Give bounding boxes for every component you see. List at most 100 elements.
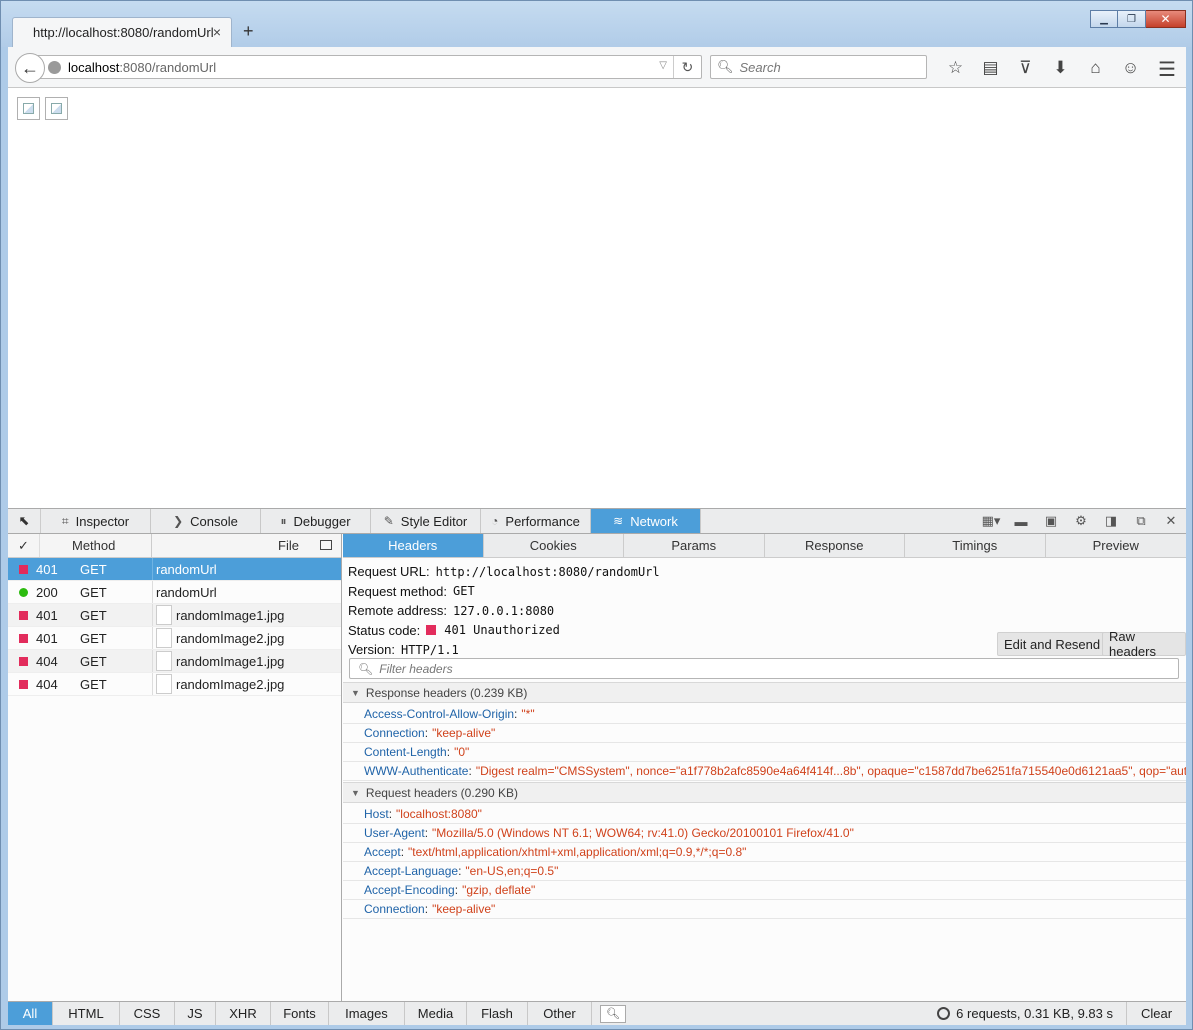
tab-preview[interactable]: Preview (1046, 534, 1187, 557)
bookmarks-list-icon[interactable]: ▤ (973, 57, 1008, 79)
tab-close-icon[interactable]: × (213, 24, 221, 40)
header-name: Access-Control-Allow-Origin (364, 707, 515, 721)
remote-address-line: Remote address: 127.0.0.1:8080 (348, 601, 1181, 621)
back-button[interactable]: ← (15, 53, 45, 83)
downloads-icon[interactable]: ⬇ (1043, 57, 1078, 79)
filter-all-button[interactable]: All (8, 1002, 53, 1025)
tab-cookies[interactable]: Cookies (484, 534, 624, 557)
table-row[interactable]: 404 GET randomImage2.jpg (8, 673, 341, 696)
bookmark-star-icon[interactable]: ☆ (938, 57, 973, 79)
dock-side-icon[interactable]: ◨ (1096, 513, 1126, 529)
header-value: "0" (454, 745, 470, 759)
header-value: "localhost:8080" (396, 807, 482, 821)
header-row: WWW-Authenticate: "Digest realm="CMSSyste… (343, 762, 1186, 781)
header-colon: : (424, 726, 429, 740)
settings-gear-icon[interactable]: ⚙ (1066, 513, 1096, 529)
reload-icon[interactable]: ↻ (673, 56, 701, 78)
tab-response[interactable]: Response (765, 534, 905, 557)
maximize-button[interactable]: ❐ (1118, 10, 1146, 28)
status-column-header[interactable]: ✓ (8, 534, 40, 557)
url-host: localhost (68, 59, 120, 75)
history-dropdown-icon[interactable]: ▽ (659, 60, 667, 71)
network-icon: ≋ (613, 514, 624, 528)
browser-tab[interactable]: http://localhost:8080/randomUrl × (12, 17, 232, 47)
status-ok-icon (19, 587, 28, 597)
filter-fonts-button[interactable]: Fonts (271, 1002, 329, 1025)
table-row[interactable]: 401 GET randomUrl (8, 558, 341, 581)
table-row[interactable]: 200 GET randomUrl (8, 581, 341, 604)
header-colon: : (400, 845, 405, 859)
header-name: User-Agent (364, 826, 425, 840)
page-content (8, 88, 1186, 508)
file-column-header[interactable]: File (152, 534, 341, 557)
file-name: randomImage1.jpg (176, 653, 285, 669)
filter-html-button[interactable]: HTML (53, 1002, 120, 1025)
close-devtools-icon[interactable]: ✕ (1156, 513, 1186, 529)
home-icon[interactable]: ⌂ (1078, 57, 1113, 79)
devtools-toolbar-buttons: ▦▾ ▬ ▣ ⚙ ◨ ⧉ ✕ (976, 509, 1186, 533)
request-method: GET (80, 584, 107, 600)
filter-js-button[interactable]: JS (175, 1002, 216, 1025)
header-value: "Mozilla/5.0 (Windows NT 6.1; WOW64; rv:… (432, 826, 854, 840)
raw-headers-button[interactable]: Raw headers (1102, 629, 1186, 659)
element-picker-icon[interactable]: ⬉ (8, 509, 41, 533)
header-colon: : (468, 764, 472, 778)
table-row[interactable]: 401 GET randomImage1.jpg (8, 604, 341, 627)
toggle-sidebar-icon[interactable] (320, 540, 332, 550)
header-section-toggle[interactable]: ▼ Request headers (0.290 KB) (343, 782, 1186, 803)
responsive-mode-icon[interactable]: ▣ (1036, 513, 1066, 529)
frame-select-icon[interactable]: ▦▾ (976, 513, 1006, 529)
new-tab-button[interactable]: + (243, 21, 254, 42)
header-colon: : (388, 807, 393, 821)
hello-icon[interactable]: ☺ (1113, 57, 1148, 79)
request-method: GET (80, 676, 107, 692)
table-row[interactable]: 404 GET randomImage1.jpg (8, 650, 341, 673)
filter-xhr-button[interactable]: XHR (216, 1002, 271, 1025)
tab-debugger[interactable]: ⏸ Debugger (261, 509, 371, 533)
search-bar[interactable]: 🔍︎ Search (710, 55, 927, 79)
filter-images-button[interactable]: Images (329, 1002, 405, 1025)
tab-performance[interactable]: ◔ Performance (481, 509, 591, 533)
clear-button[interactable]: Clear (1126, 1002, 1186, 1025)
filter-search-icon[interactable]: 🔍︎ (600, 1004, 626, 1023)
tab-inspector[interactable]: ⌗ Inspector (41, 509, 151, 533)
tab-console[interactable]: ❯ Console (151, 509, 261, 533)
header-section-toggle[interactable]: ▼ Response headers (0.239 KB) (343, 682, 1186, 703)
filter-media-button[interactable]: Media (405, 1002, 467, 1025)
hamburger-menu-icon[interactable]: ☰ (1158, 57, 1176, 82)
request-rows: 401 GET randomUrl 200 GET randomUrl 401 GET rand… (8, 558, 341, 696)
tab-params[interactable]: Params (624, 534, 765, 557)
style-editor-icon: ✎ (383, 514, 394, 528)
minimize-button[interactable]: ▁ (1090, 10, 1118, 28)
tab-label: Inspector (75, 513, 130, 529)
table-row[interactable]: 401 GET randomImage2.jpg (8, 627, 341, 650)
devtools-toolbar: ⬉ ⌗ Inspector ❯ Console ⏸ Debugger ✎ Style E… (8, 509, 1186, 534)
label: Status code: (348, 622, 421, 638)
header-value: "keep-alive" (432, 726, 496, 740)
tab-style-editor[interactable]: ✎ Style Editor (371, 509, 481, 533)
tab-headers[interactable]: Headers (343, 534, 484, 557)
tab-label: Network (630, 513, 678, 529)
status-error-icon (19, 564, 28, 574)
request-url-line: Request URL: http://localhost:8080/random… (348, 562, 1181, 582)
filter-css-button[interactable]: CSS (120, 1002, 175, 1025)
method-column-header[interactable]: Method (40, 534, 152, 557)
header-value: "*" (521, 707, 535, 721)
close-window-button[interactable]: ✕ (1146, 10, 1186, 28)
filter-flash-button[interactable]: Flash (467, 1002, 528, 1025)
tab-timings[interactable]: Timings (905, 534, 1046, 557)
edit-resend-button[interactable]: Edit and Resend (997, 632, 1108, 656)
pocket-icon[interactable]: ⊽ (1008, 57, 1043, 79)
undock-icon[interactable]: ⧉ (1126, 513, 1156, 529)
header-row: Host: "localhost:8080" (343, 805, 1186, 824)
inspector-icon: ⌗ (61, 513, 69, 528)
url-bar[interactable]: localhost:8080/randomUrl ▽ ↻ (38, 55, 702, 79)
tab-network[interactable]: ≋ Network (591, 509, 701, 533)
request-method: GET (80, 653, 107, 669)
filter-other-button[interactable]: Other (528, 1002, 592, 1025)
filter-headers-input[interactable]: 🔍︎ Filter headers (349, 658, 1179, 679)
header-name: WWW-Authenticate (364, 764, 469, 778)
split-console-icon[interactable]: ▬ (1006, 514, 1036, 529)
header-colon: : (446, 745, 451, 759)
request-method: GET (80, 630, 107, 646)
